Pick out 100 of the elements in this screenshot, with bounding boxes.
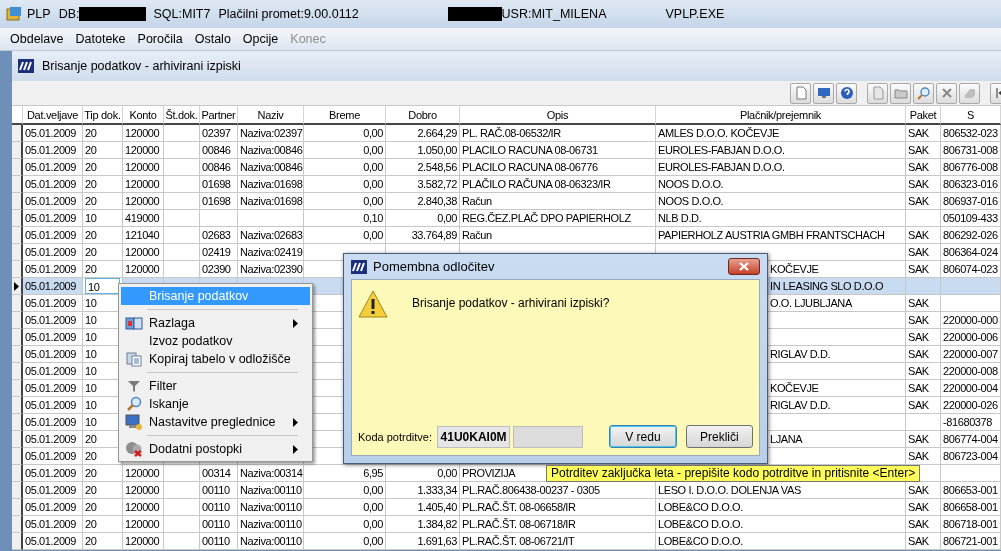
column-header[interactable]: Dobro [408,108,437,121]
table-cell: 00110 [200,533,238,550]
dialog-button[interactable]: Prekliči [685,425,753,448]
table-cell: 419000 [123,210,164,227]
confirmation-code: 41U0KAI0M [437,425,511,448]
menu-item[interactable]: Ostalo [188,30,237,48]
menu-item[interactable]: Izvoz podatkov [121,332,310,350]
table-cell: 0,00 [304,227,386,244]
column-header[interactable]: Konto [129,108,157,121]
table-cell [164,516,200,533]
table-cell: LESO I. D.O.O. DOLENJA VAS [656,482,906,499]
table-cell [164,533,200,550]
table-cell: 05.01.2009 [23,397,83,414]
table-cell: 806653-001 [941,482,1001,499]
table-cell: 20 [83,159,123,176]
table-cell: 1.333,34 [386,482,460,499]
table-cell: SAK [906,431,941,448]
table-cell: 05.01.2009 [23,533,83,550]
table-cell: 120000 [123,142,164,159]
table-cell: 120000 [123,465,164,482]
menu-item[interactable]: Iskanje [121,395,310,413]
table-cell: 20 [83,193,123,210]
table-cell: 806323-016 [941,176,1001,193]
table-cell: Naziva:00846 [238,159,304,176]
table-cell: 806718-001 [941,516,1001,533]
table-cell [164,142,200,159]
table-cell [164,159,200,176]
table-cell [906,210,941,227]
menu-item[interactable]: Datoteke [69,30,132,48]
table-cell: 05.01.2009 [23,142,83,159]
menu-item[interactable]: Dodatni postopki [121,440,310,458]
table-cell: Naziva:00110 [238,482,304,499]
tooltip: Potrditev zaključka leta - prepišite kodo potrditve in pritisnite <Enter> [546,465,921,482]
toolbar-button[interactable] [936,82,957,104]
column-header[interactable]: Plačnik/prejemnik [739,108,822,121]
table-cell [200,210,238,227]
table-cell: PL.RAČ.ŠT. 08-06658/IR [460,499,656,516]
cell-editor[interactable]: 10 [85,278,120,294]
menu-item[interactable]: Filter [121,377,310,395]
table-cell: Naziva:02419 [238,244,304,261]
column-header[interactable]: Opis [546,108,569,121]
table-cell: 00846 [200,142,238,159]
table-cell: 05.01.2009 [23,380,83,397]
table-cell: 806364-024 [941,244,1001,261]
table-cell: 05.01.2009 [23,261,83,278]
table-cell: 121040 [123,227,164,244]
table-cell: 120000 [123,533,164,550]
table-cell: 05.01.2009 [23,329,83,346]
table-cell: 02419 [200,244,238,261]
toolbar-button[interactable] [913,82,934,104]
table-cell [164,176,200,193]
table-cell: 0,00 [386,210,460,227]
table-cell: Naziva:00314 [238,465,304,482]
toolbar-button[interactable] [836,82,857,104]
table-cell: 2.840,38 [386,193,460,210]
table-cell: 806292-026 [941,227,1001,244]
table-cell [941,295,1001,312]
column-header[interactable]: Naziv [257,108,284,121]
table-cell: 806721-001 [941,533,1001,550]
toolbar-button[interactable] [813,82,834,104]
table-cell [941,278,1001,295]
menu-item[interactable]: Kopiraj tabelo v odložišče [121,350,310,368]
column-header[interactable]: S [966,108,974,121]
menu-item[interactable]: Razlaga [121,314,310,332]
table-cell: 05.01.2009 [23,346,83,363]
code-input-field[interactable] [513,425,584,448]
table-cell: 05.01.2009 [23,363,83,380]
menu-item[interactable]: Poročila [131,30,189,48]
table-cell: Naziva:00110 [238,499,304,516]
table-cell: Naziva:01698 [238,176,304,193]
table-cell: PLACILO RACUNA 08-06731 [460,142,656,159]
table-cell [941,465,1001,482]
table-cell: 806723-004 [941,448,1001,465]
table-cell: 220000-006 [941,329,1001,346]
table-cell: 05.01.2009 [23,295,83,312]
table-cell: PLAČILO RAČUNA 08-06323/IR [460,176,656,193]
column-header[interactable]: Breme [329,108,360,121]
table-cell: 20 [83,516,123,533]
table-cell: 120000 [123,176,164,193]
table-cell: 0,00 [304,499,386,516]
table-cell: 00110 [200,482,238,499]
table-cell: 20 [83,499,123,516]
clipboard-icon [125,351,142,367]
window-title: USR:MIT_MILENA [501,7,607,21]
close-button[interactable] [728,258,760,275]
menu-item[interactable]: Nastavitve preglednice [121,413,310,431]
dialog-button[interactable]: V redu [609,425,677,448]
redaction-bar [447,7,502,21]
table-cell [164,499,200,516]
table-cell: LJANA [770,433,803,445]
table-cell: 2.664,29 [386,125,460,142]
menu-item[interactable]: Opcije [236,30,285,48]
table-cell [164,261,200,278]
table-cell: SAK [906,193,941,210]
table-cell: 01698 [200,193,238,210]
logo-icon [18,59,34,73]
table-cell: RIGLAV D.D. [770,399,831,411]
table-cell: PLACILO RACUNA 08-06776 [460,159,656,176]
table-cell: PL.RAČ.ŠT. 08-06718/IR [460,516,656,533]
menu-item[interactable]: Obdelave [4,30,70,48]
